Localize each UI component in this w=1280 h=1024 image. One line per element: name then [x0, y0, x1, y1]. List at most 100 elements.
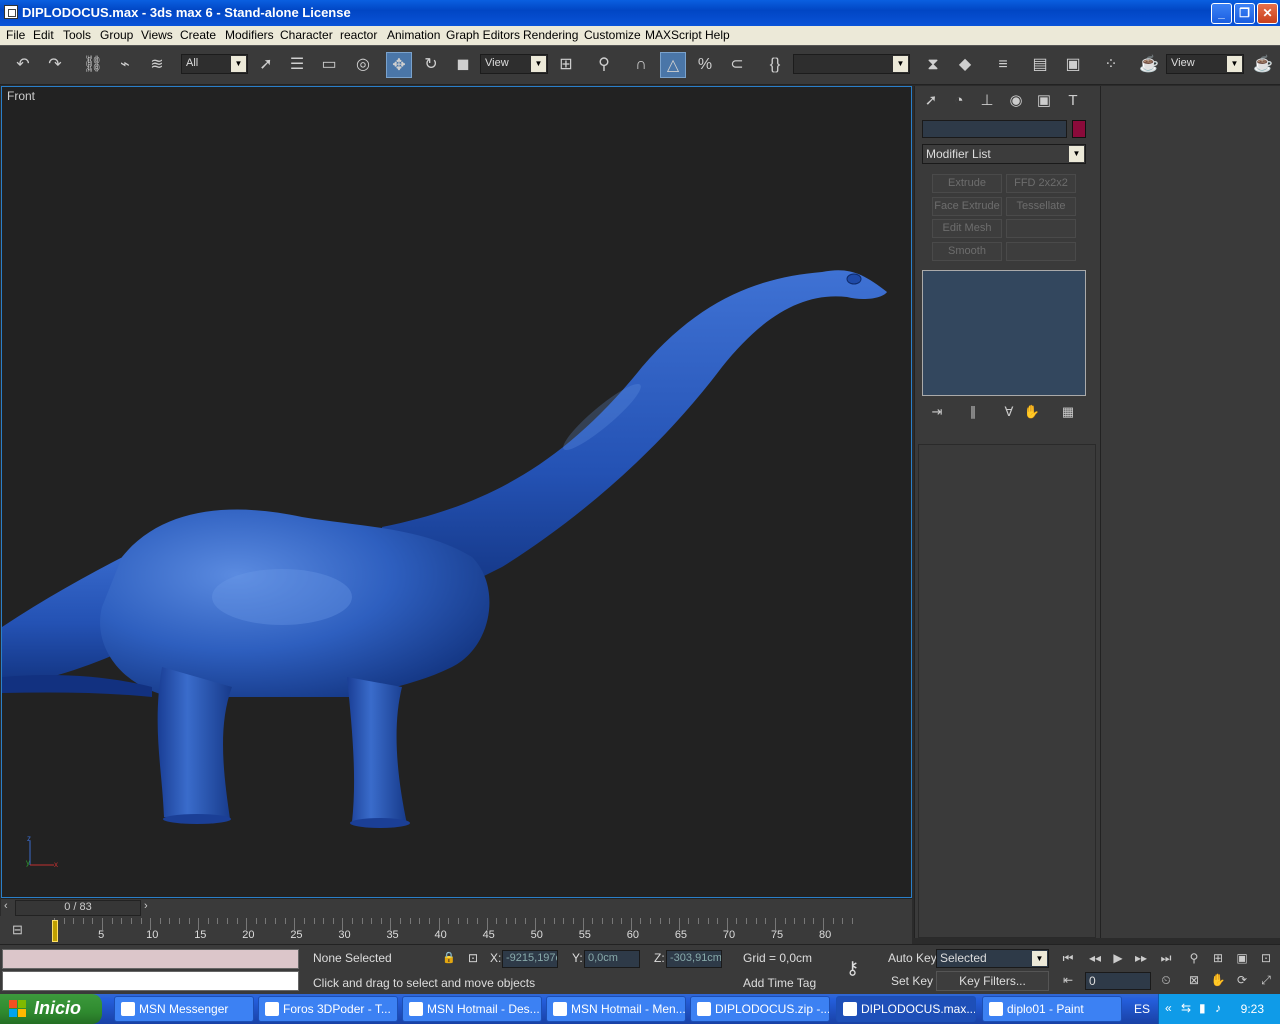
menu-tools[interactable]: Tools — [63, 28, 91, 42]
set-key-button[interactable]: Set Key — [891, 972, 933, 992]
bind-space-warp-icon[interactable]: ≋ — [144, 52, 170, 78]
render-type-dropdown[interactable]: View ▼ — [1166, 54, 1244, 74]
key-icon[interactable]: ⚷ — [846, 959, 859, 979]
restore-button[interactable]: ❐ — [1234, 3, 1255, 24]
undo-icon[interactable]: ↶ — [10, 52, 36, 78]
close-button[interactable]: ✕ — [1257, 3, 1278, 24]
maxscript-listener-output[interactable] — [2, 949, 299, 969]
time-slider-thumb[interactable]: 0 / 83 — [15, 900, 141, 916]
mirror-icon[interactable]: ⧗ — [920, 52, 946, 78]
network-icon[interactable]: ⇆ — [1181, 1001, 1191, 1015]
reference-coord-dropdown[interactable]: View ▼ — [480, 54, 548, 74]
region-zoom-icon[interactable]: ⊠ — [1184, 973, 1204, 991]
menu-customize[interactable]: Customize — [584, 28, 641, 42]
key-mode-dropdown[interactable]: Selected ▼ — [936, 949, 1049, 968]
snap-toggle-icon[interactable]: ∩ — [628, 52, 654, 78]
layer-manager-icon[interactable]: ≡ — [990, 52, 1016, 78]
previous-frame-icon[interactable]: ◂◂ — [1085, 951, 1105, 969]
go-to-start-icon[interactable]: ⏮ — [1058, 951, 1078, 969]
select-object-icon[interactable]: ➚ — [253, 52, 279, 78]
modifier-stack[interactable] — [922, 270, 1086, 396]
play-icon[interactable]: ▶ — [1108, 951, 1128, 969]
edit-mesh-button[interactable]: Edit Mesh — [932, 219, 1002, 238]
object-name-field[interactable] — [922, 120, 1067, 138]
menu-group[interactable]: Group — [100, 28, 133, 42]
task-paint[interactable]: diplo01 - Paint — [982, 996, 1122, 1022]
maximize-viewport-icon[interactable]: ⤢ — [1256, 973, 1276, 991]
angle-snap-icon[interactable]: △ — [660, 52, 686, 78]
task-diplodocus-zip[interactable]: DIPLODOCUS.zip -... — [690, 996, 830, 1022]
remove-modifier-icon[interactable]: ✋ — [1022, 404, 1042, 422]
smooth-button[interactable]: Smooth — [932, 242, 1002, 261]
select-by-name-icon[interactable]: ☰ — [284, 52, 310, 78]
track-bar[interactable]: ⊟ 5 10 15 20 25 30 35 40 45 50 55 60 65 70 75 80 — [0, 916, 912, 944]
diplodocus-model[interactable] — [2, 87, 912, 898]
add-time-tag[interactable]: Add Time Tag — [743, 974, 816, 994]
current-frame-marker[interactable] — [52, 920, 58, 942]
select-and-move-icon[interactable]: ✥ — [386, 52, 412, 78]
go-to-end-icon[interactable]: ⏭ — [1156, 951, 1176, 969]
rectangular-selection-icon[interactable]: ▭ — [316, 52, 342, 78]
utilities-tab-icon[interactable]: T — [1061, 89, 1085, 113]
material-editor-icon[interactable]: ⁘ — [1098, 52, 1124, 78]
y-coordinate-field[interactable]: 0,0cm — [584, 950, 640, 968]
lock-selection-icon[interactable]: 🔒 — [442, 949, 456, 969]
select-and-link-icon[interactable]: ⛓ — [80, 52, 106, 78]
zoom-all-icon[interactable]: ⊞ — [1208, 951, 1228, 969]
menu-views[interactable]: Views — [141, 28, 173, 42]
z-coordinate-field[interactable]: -303,91cm — [666, 950, 722, 968]
menu-reactor[interactable]: reactor — [340, 28, 377, 42]
selection-filter-dropdown[interactable]: All ▼ — [181, 54, 248, 74]
window-crossing-icon[interactable]: ◎ — [350, 52, 376, 78]
absolute-mode-icon[interactable]: ⊡ — [468, 949, 478, 969]
maxscript-listener-input[interactable] — [2, 971, 299, 991]
zoom-extents-all-icon[interactable]: ⊡ — [1256, 951, 1276, 969]
task-hotmail-des[interactable]: MSN Hotmail - Des... — [402, 996, 542, 1022]
task-foros-3dpoder[interactable]: Foros 3DPoder - T... — [258, 996, 398, 1022]
next-frame-icon[interactable]: ▸▸ — [1131, 951, 1151, 969]
menu-modifiers[interactable]: Modifiers — [225, 28, 274, 42]
x-coordinate-field[interactable]: -9215,197c — [502, 950, 558, 968]
percent-snap-icon[interactable]: % — [692, 52, 718, 78]
select-manipulate-icon[interactable]: ⚲ — [591, 52, 617, 78]
time-slider[interactable]: ‹ 0 / 83 › — [1, 898, 912, 916]
minimize-button[interactable]: _ — [1211, 3, 1232, 24]
named-selection-dropdown[interactable]: ▼ — [793, 54, 910, 74]
select-and-scale-icon[interactable]: ◼ — [450, 52, 476, 78]
pivot-center-icon[interactable]: ⊞ — [553, 52, 579, 78]
motion-tab-icon[interactable]: ◉ — [1004, 89, 1028, 113]
modify-tab-icon[interactable]: ◔ — [947, 89, 971, 113]
spinner-snap-icon[interactable]: ⊂ — [724, 52, 750, 78]
next-frame-icon[interactable]: › — [144, 900, 156, 912]
quick-render-icon[interactable]: ☕ — [1250, 52, 1276, 78]
menu-character[interactable]: Character — [280, 28, 333, 42]
display-tab-icon[interactable]: ▣ — [1032, 89, 1056, 113]
zoom-icon[interactable]: ⚲ — [1184, 951, 1204, 969]
tray-expand-icon[interactable]: « — [1165, 1001, 1172, 1015]
extrude-button[interactable]: Extrude — [932, 174, 1002, 193]
language-indicator[interactable]: ES — [1134, 1002, 1150, 1016]
start-button[interactable]: Inicio — [0, 994, 102, 1024]
task-diplodocus-max[interactable]: DIPLODOCUS.max... — [836, 996, 976, 1022]
render-scene-icon[interactable]: ☕ — [1136, 52, 1162, 78]
empty-modifier-button[interactable] — [1006, 242, 1076, 261]
unlink-icon[interactable]: ⌁ — [112, 52, 138, 78]
hierarchy-tab-icon[interactable]: ⊥ — [975, 89, 999, 113]
select-and-rotate-icon[interactable]: ↻ — [418, 52, 444, 78]
create-tab-icon[interactable]: ➚ — [919, 89, 943, 113]
menu-create[interactable]: Create — [180, 28, 216, 42]
arc-rotate-icon[interactable]: ⟳ — [1232, 973, 1252, 991]
align-icon[interactable]: ◆ — [952, 52, 978, 78]
pin-stack-icon[interactable]: ⇥ — [927, 404, 947, 422]
object-color-swatch[interactable] — [1072, 120, 1086, 138]
redo-icon[interactable]: ↷ — [42, 52, 68, 78]
empty-modifier-button[interactable] — [1006, 219, 1076, 238]
track-view-icon[interactable]: ▤ — [1027, 52, 1053, 78]
ffd-2x2x2-button[interactable]: FFD 2x2x2 — [1006, 174, 1076, 193]
menu-file[interactable]: File — [6, 28, 25, 42]
schematic-view-icon[interactable]: ▣ — [1060, 52, 1086, 78]
face-extrude-button[interactable]: Face Extrude — [932, 197, 1002, 216]
make-unique-icon[interactable]: ∀ — [999, 404, 1019, 422]
key-filters-button[interactable]: Key Filters... — [936, 971, 1049, 991]
show-end-result-icon[interactable]: ∥ — [963, 404, 983, 422]
